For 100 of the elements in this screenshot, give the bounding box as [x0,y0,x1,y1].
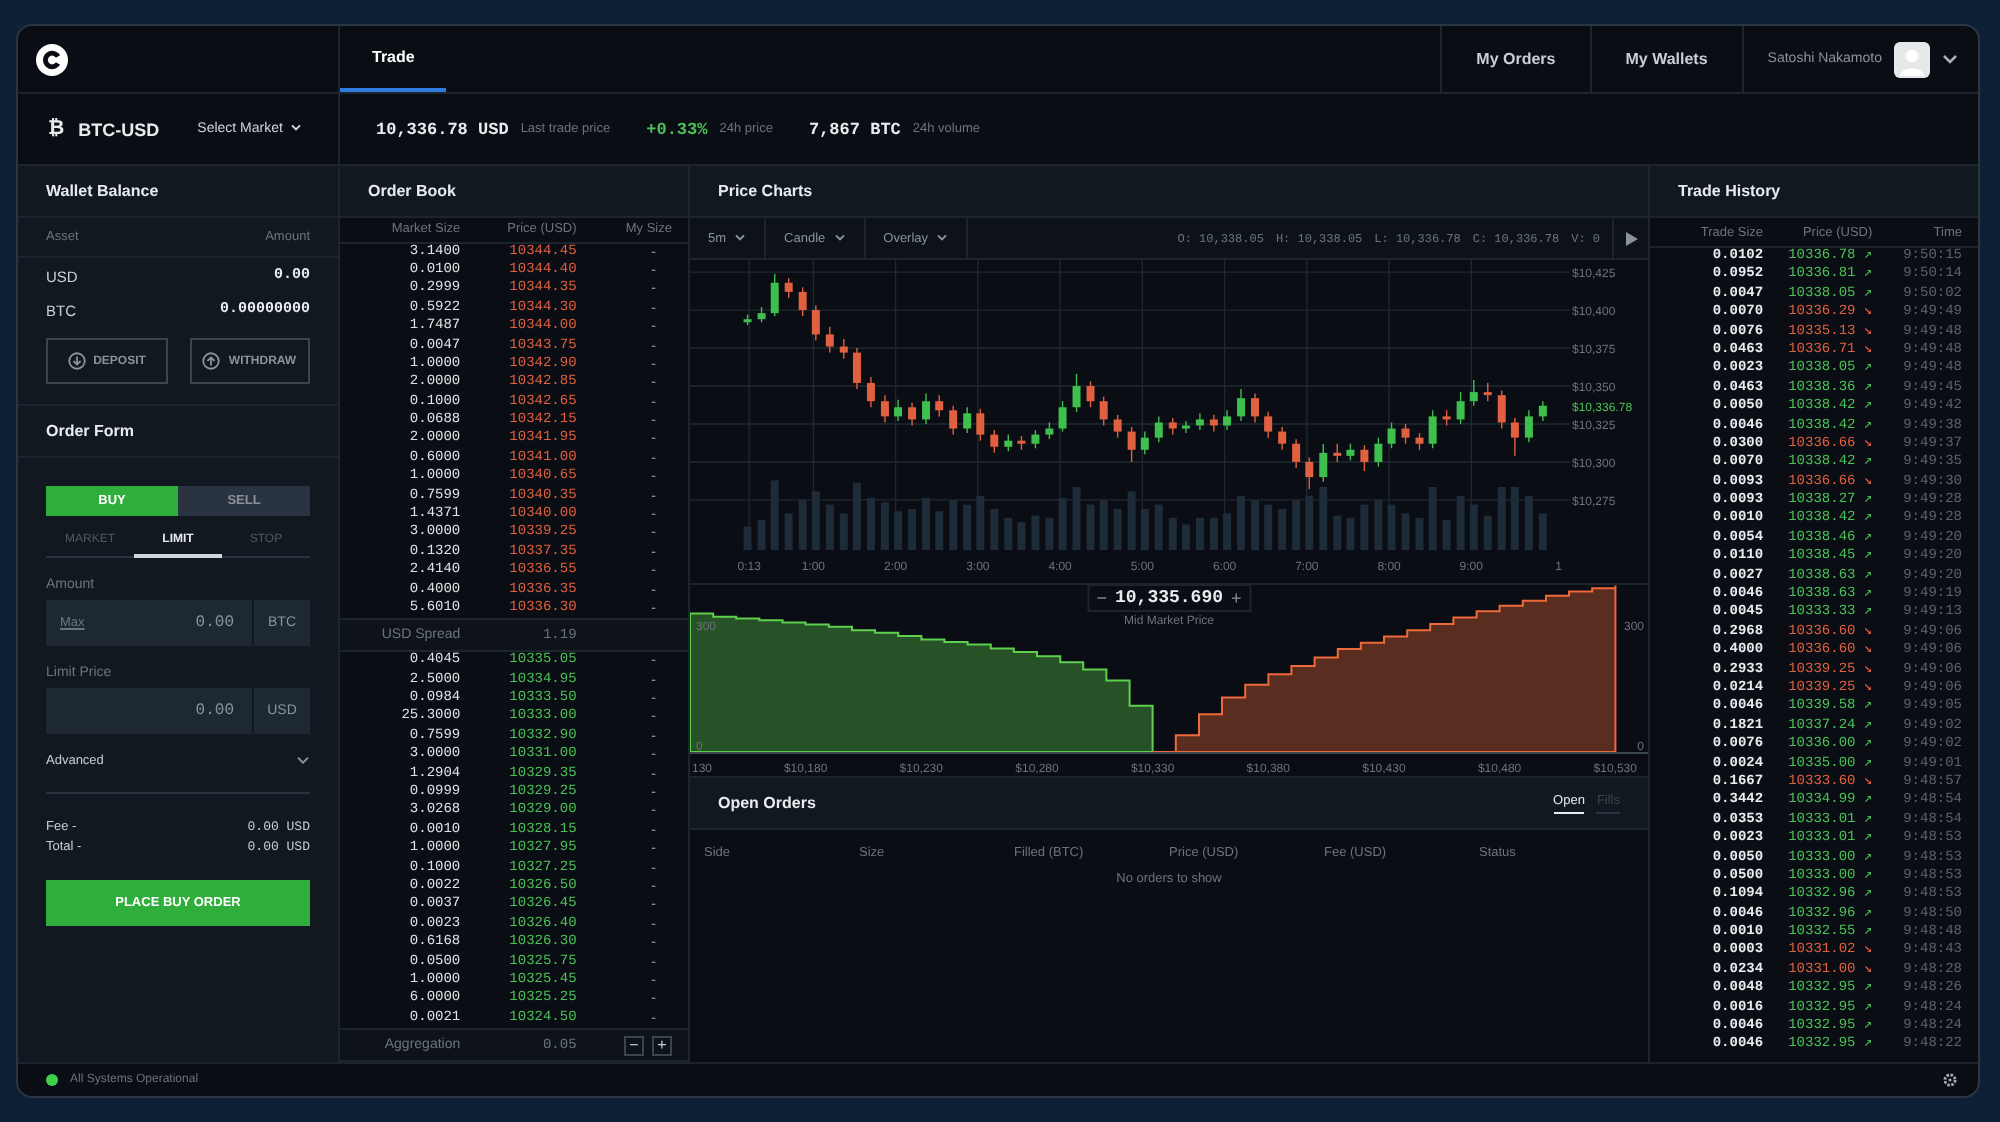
increase-button[interactable]: + [1231,588,1242,608]
volume-bar [990,509,999,550]
volume-bar [908,509,917,550]
candle [1401,423,1410,445]
panel-title: Price Charts [718,182,813,200]
volume-bar [1195,517,1204,550]
candle [798,286,807,317]
candle [1387,421,1396,449]
trade-tab[interactable]: Trade [340,26,447,92]
chevron-down-icon [936,233,949,242]
candle [1209,414,1218,433]
volume-bar [839,513,848,550]
candle [839,338,848,360]
decrease-button[interactable]: − [1096,588,1107,608]
volume-bar [1017,522,1026,550]
candle [1497,389,1506,430]
volume-bar [1333,515,1342,550]
candle [852,347,861,390]
panel-title: Open Orders [718,794,816,812]
chevron-down-icon[interactable] [296,756,310,766]
avatar-icon[interactable] [1894,41,1930,77]
candle [1319,443,1328,483]
upload-icon [202,352,221,370]
volume-bar [784,513,793,550]
volume-bar [1113,509,1122,550]
candle [1333,443,1342,463]
candle [1154,415,1163,443]
candle [1360,444,1369,472]
candle [1237,388,1246,422]
volume-bar [1045,517,1054,550]
candle [894,399,903,422]
nav-link[interactable]: My Orders [1440,26,1590,92]
mid-market-price: 10,335.690 [1115,588,1223,608]
volume-bar [1181,524,1190,550]
play-icon [1625,231,1637,245]
volume-bar [825,504,834,550]
decrease-button[interactable]: − [624,1035,644,1056]
candle [976,408,985,442]
logo-icon[interactable] [36,43,68,75]
candle [1072,373,1081,413]
nav-link[interactable]: My Wallets [1589,26,1742,92]
candle [922,392,931,425]
settings-icon[interactable] [1942,1072,1958,1088]
volume-bar [1004,517,1013,550]
volume-bar [1168,517,1177,550]
panel-title: Order Form [46,422,135,440]
volume-bar [1360,504,1369,550]
volume-bar [757,520,766,550]
candle [1181,420,1190,434]
candle [784,277,793,299]
volume-bar [1031,515,1040,550]
candle [1099,395,1108,427]
candle [1168,417,1177,436]
stat-value: +0.33% [646,119,708,139]
candle [1415,432,1424,451]
volume-bar [1346,517,1355,550]
candle [1017,435,1026,451]
candle [743,313,752,326]
chevron-down-icon [734,233,747,242]
candle [1264,411,1273,439]
candle [1195,412,1204,431]
volume-bar [1538,513,1547,550]
candle [770,272,779,317]
candle [935,394,944,418]
candle [1374,436,1383,468]
volume-bar [1401,513,1410,550]
candle [1510,417,1519,457]
candle [1483,382,1492,402]
panel-title: Order Book [368,182,457,200]
volume-bar [1415,517,1424,550]
candle [880,394,889,424]
panel-title: Wallet Balance [46,182,159,200]
volume-bar [1442,520,1451,550]
candle [1428,409,1437,449]
candle [1086,380,1095,408]
candle [1223,409,1232,431]
volume-bar [1483,515,1492,550]
volume-bar [1209,517,1218,550]
candle [908,402,917,427]
increase-button[interactable]: + [652,1035,672,1056]
volume-bar [935,511,944,550]
candle [1004,433,1013,452]
candle [1127,426,1136,463]
volume-bar [1086,504,1095,550]
candle [757,306,766,323]
volume-bar [1154,504,1163,550]
candle [825,326,834,354]
candle [963,406,972,434]
chevron-down-icon[interactable] [1942,53,1958,65]
candle [1045,421,1054,440]
volume-bar [1278,509,1287,550]
candle [1456,391,1465,425]
bitcoin-icon: ₿ [48,118,65,140]
download-icon [67,352,86,370]
candle [1251,392,1259,424]
chevron-down-icon [833,233,846,242]
candle [1442,409,1451,427]
stat-value: 10,336.78 USD [376,119,509,139]
volume-bar [963,504,972,550]
candle [949,405,958,436]
